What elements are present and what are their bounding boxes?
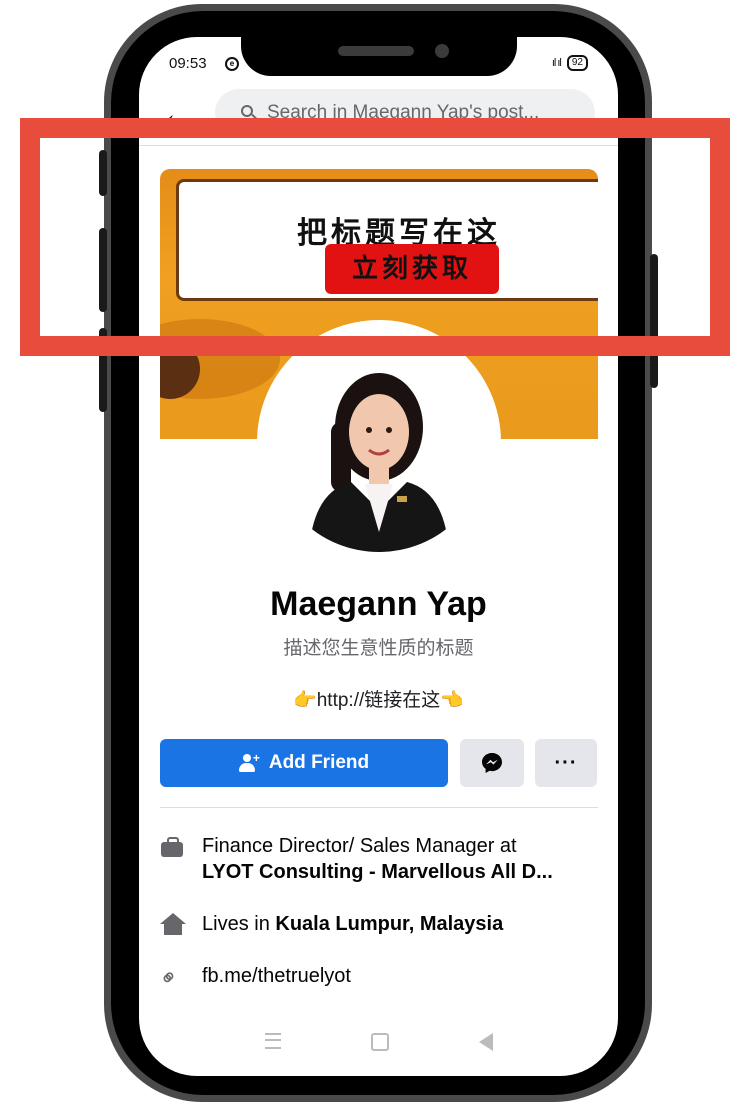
- lives-prefix: Lives in: [202, 913, 270, 935]
- home-icon: [160, 911, 186, 937]
- highlight-box: [20, 118, 730, 356]
- lives-place[interactable]: Kuala Lumpur, Malaysia: [275, 913, 503, 935]
- back-triangle-icon[interactable]: [478, 1033, 493, 1051]
- briefcase-icon: [160, 833, 186, 859]
- link-icon: ⚭: [153, 962, 185, 994]
- front-camera: [435, 44, 449, 58]
- lives-info: Lives in Kuala Lumpur, Malaysia: [160, 911, 600, 937]
- add-friend-label: Add Friend: [268, 752, 370, 773]
- work-company[interactable]: LYOT Consulting - Marvellous All D...: [202, 861, 553, 883]
- more-options-button[interactable]: ···: [535, 739, 597, 787]
- profile-link[interactable]: 👉http://链接在这👈: [139, 685, 618, 712]
- avatar[interactable]: [269, 332, 489, 552]
- website-text[interactable]: fb.me/thetruelyot: [202, 963, 351, 989]
- avatar-illustration: [309, 373, 449, 552]
- recent-apps-icon[interactable]: [264, 1033, 281, 1049]
- android-nav-bar: [139, 1033, 618, 1051]
- phone-notch: [241, 20, 517, 76]
- profile-name: Maegann Yap: [270, 585, 487, 623]
- lives-text: Lives in Kuala Lumpur, Malaysia: [202, 911, 503, 937]
- battery-icon: 92: [566, 55, 588, 71]
- more-icon: ···: [554, 751, 578, 774]
- speaker: [338, 46, 414, 56]
- signal-icon: ıl ıl: [551, 57, 562, 69]
- messenger-icon: [482, 753, 502, 773]
- add-person-icon: +: [238, 751, 261, 772]
- work-info: Finance Director/ Sales Manager at LYOT …: [160, 833, 600, 885]
- status-right: ıl ıl 92: [552, 55, 588, 71]
- website-info[interactable]: ⚭ fb.me/thetruelyot: [153, 962, 600, 994]
- actions-divider: [160, 807, 598, 808]
- add-friend-button[interactable]: + Add Friend: [160, 739, 448, 787]
- home-button-icon[interactable]: [370, 1033, 389, 1051]
- messenger-button[interactable]: [460, 739, 524, 787]
- notification-icon: e: [225, 57, 239, 71]
- profile-subtitle: 描述您生意性质的标题: [283, 638, 474, 659]
- work-title: Finance Director/ Sales Manager at: [202, 835, 517, 857]
- status-time: 09:53: [169, 55, 207, 72]
- work-text: Finance Director/ Sales Manager at LYOT …: [202, 833, 553, 885]
